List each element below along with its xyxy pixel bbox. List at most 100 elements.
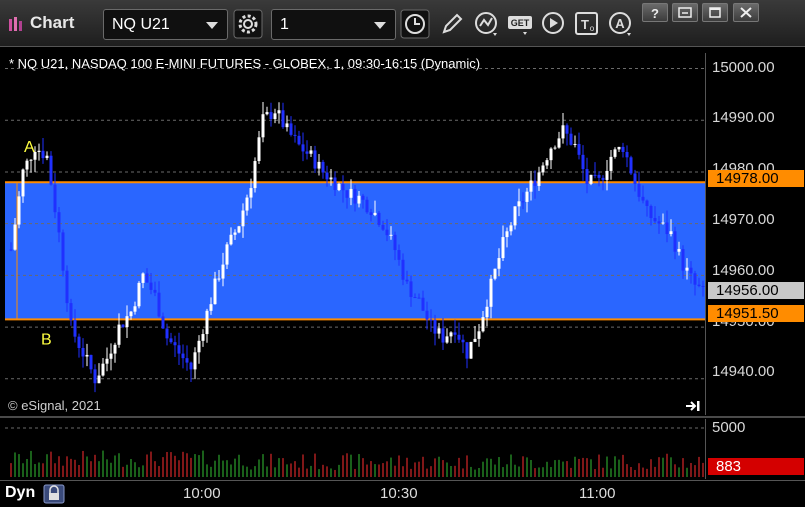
svg-text:A: A	[615, 16, 625, 31]
price-bar	[329, 177, 333, 180]
svg-text:GET: GET	[511, 18, 530, 28]
price-bar	[577, 143, 581, 155]
price-bar	[185, 358, 189, 363]
price-bar	[485, 306, 489, 318]
price-chart-pane[interactable]: AB * NQ U21, NASDAQ 100 E-MINI FUTURES -…	[5, 53, 705, 415]
price-bar	[421, 297, 425, 311]
price-bar	[417, 297, 421, 299]
price-bar	[17, 196, 21, 225]
price-chart[interactable]: AB	[5, 53, 705, 415]
price-bar	[653, 218, 657, 222]
price-bar	[149, 282, 153, 290]
price-bar	[389, 234, 393, 236]
price-bar	[221, 264, 225, 279]
dyn-button[interactable]: Dyn	[5, 484, 35, 504]
price-bar	[133, 306, 137, 312]
price-bar	[37, 150, 41, 152]
price-bar	[437, 328, 441, 334]
price-bar	[381, 224, 385, 230]
get-icon[interactable]: GET	[506, 9, 536, 39]
title-bar: Chart NQ U21 1 GET T o A ?	[0, 0, 805, 47]
price-bar	[301, 144, 305, 152]
close-button[interactable]	[733, 3, 759, 22]
volume-tick-label: 5000	[712, 419, 746, 436]
scroll-to-end-icon[interactable]	[685, 400, 701, 412]
text-tool-icon[interactable]: T o	[572, 9, 602, 39]
pencil-icon[interactable]	[437, 9, 467, 39]
price-bar	[9, 249, 13, 251]
settings-icon[interactable]	[233, 9, 263, 39]
lock-icon[interactable]	[43, 484, 65, 504]
link-window-icon	[678, 7, 692, 18]
price-bar	[105, 358, 109, 364]
price-bar	[49, 155, 53, 185]
svg-text:T: T	[581, 17, 589, 32]
price-bar	[229, 234, 233, 245]
price-bar	[681, 249, 685, 271]
price-bar	[621, 146, 625, 152]
price-bar	[673, 231, 677, 252]
price-bar	[441, 328, 445, 343]
price-bar	[693, 273, 697, 285]
price-bar	[93, 369, 97, 384]
price-bar	[557, 138, 561, 148]
pane-divider[interactable]	[0, 416, 805, 418]
chevron-down-icon[interactable]	[206, 22, 218, 29]
price-bar	[685, 267, 689, 271]
price-bar	[261, 114, 265, 138]
clock-icon[interactable]	[400, 9, 430, 39]
link-button[interactable]	[672, 3, 698, 22]
price-bar	[273, 113, 277, 120]
price-bar	[641, 196, 645, 201]
line-study-icon[interactable]	[472, 9, 502, 39]
price-bar	[349, 188, 353, 198]
maximize-icon	[709, 7, 721, 18]
time-label: 10:00	[183, 485, 221, 502]
volume-pane[interactable]	[5, 419, 705, 479]
price-bar	[697, 284, 701, 286]
price-bar	[253, 161, 257, 189]
price-bar	[13, 224, 17, 250]
price-bar	[201, 334, 205, 341]
marker-a-label: A	[24, 139, 35, 156]
price-bar	[317, 161, 321, 169]
price-bar	[77, 336, 81, 348]
price-bar	[601, 177, 605, 180]
price-bar	[213, 278, 217, 305]
symbol-input[interactable]: NQ U21	[103, 9, 228, 40]
price-bar	[561, 125, 565, 139]
price-bar	[585, 169, 589, 184]
price-bar	[493, 268, 497, 279]
help-button[interactable]: ?	[642, 3, 668, 22]
volume-axis: 5000 883	[705, 419, 805, 479]
price-bar	[409, 281, 413, 298]
price-bar	[129, 311, 133, 317]
price-bar	[413, 297, 417, 299]
price-axis[interactable]: 15000.00 14990.00 14980.00 14970.00 1496…	[705, 53, 805, 415]
price-bar	[393, 234, 397, 251]
chevron-down-icon[interactable]	[374, 22, 386, 29]
close-icon	[740, 7, 752, 18]
price-bar	[385, 229, 389, 236]
price-bar	[309, 150, 313, 154]
price-bar	[269, 112, 273, 120]
price-bar	[141, 273, 145, 283]
price-bar	[609, 156, 613, 171]
price-bar	[405, 279, 409, 282]
alert-icon[interactable]: A	[606, 9, 636, 39]
svg-text:?: ?	[651, 6, 659, 21]
price-bar	[361, 195, 365, 200]
interval-input[interactable]: 1	[271, 9, 396, 40]
price-bar	[549, 148, 553, 161]
price-bar	[241, 210, 245, 227]
price-bar	[173, 342, 177, 346]
price-bar	[489, 278, 493, 307]
price-bar	[481, 317, 485, 332]
play-icon[interactable]	[538, 9, 568, 39]
price-bar	[509, 225, 513, 232]
upper-level-tag: 14978.00	[708, 170, 804, 187]
price-bar	[477, 331, 481, 339]
price-bar	[97, 375, 101, 384]
price-bar	[649, 205, 653, 219]
maximize-button[interactable]	[702, 3, 728, 22]
